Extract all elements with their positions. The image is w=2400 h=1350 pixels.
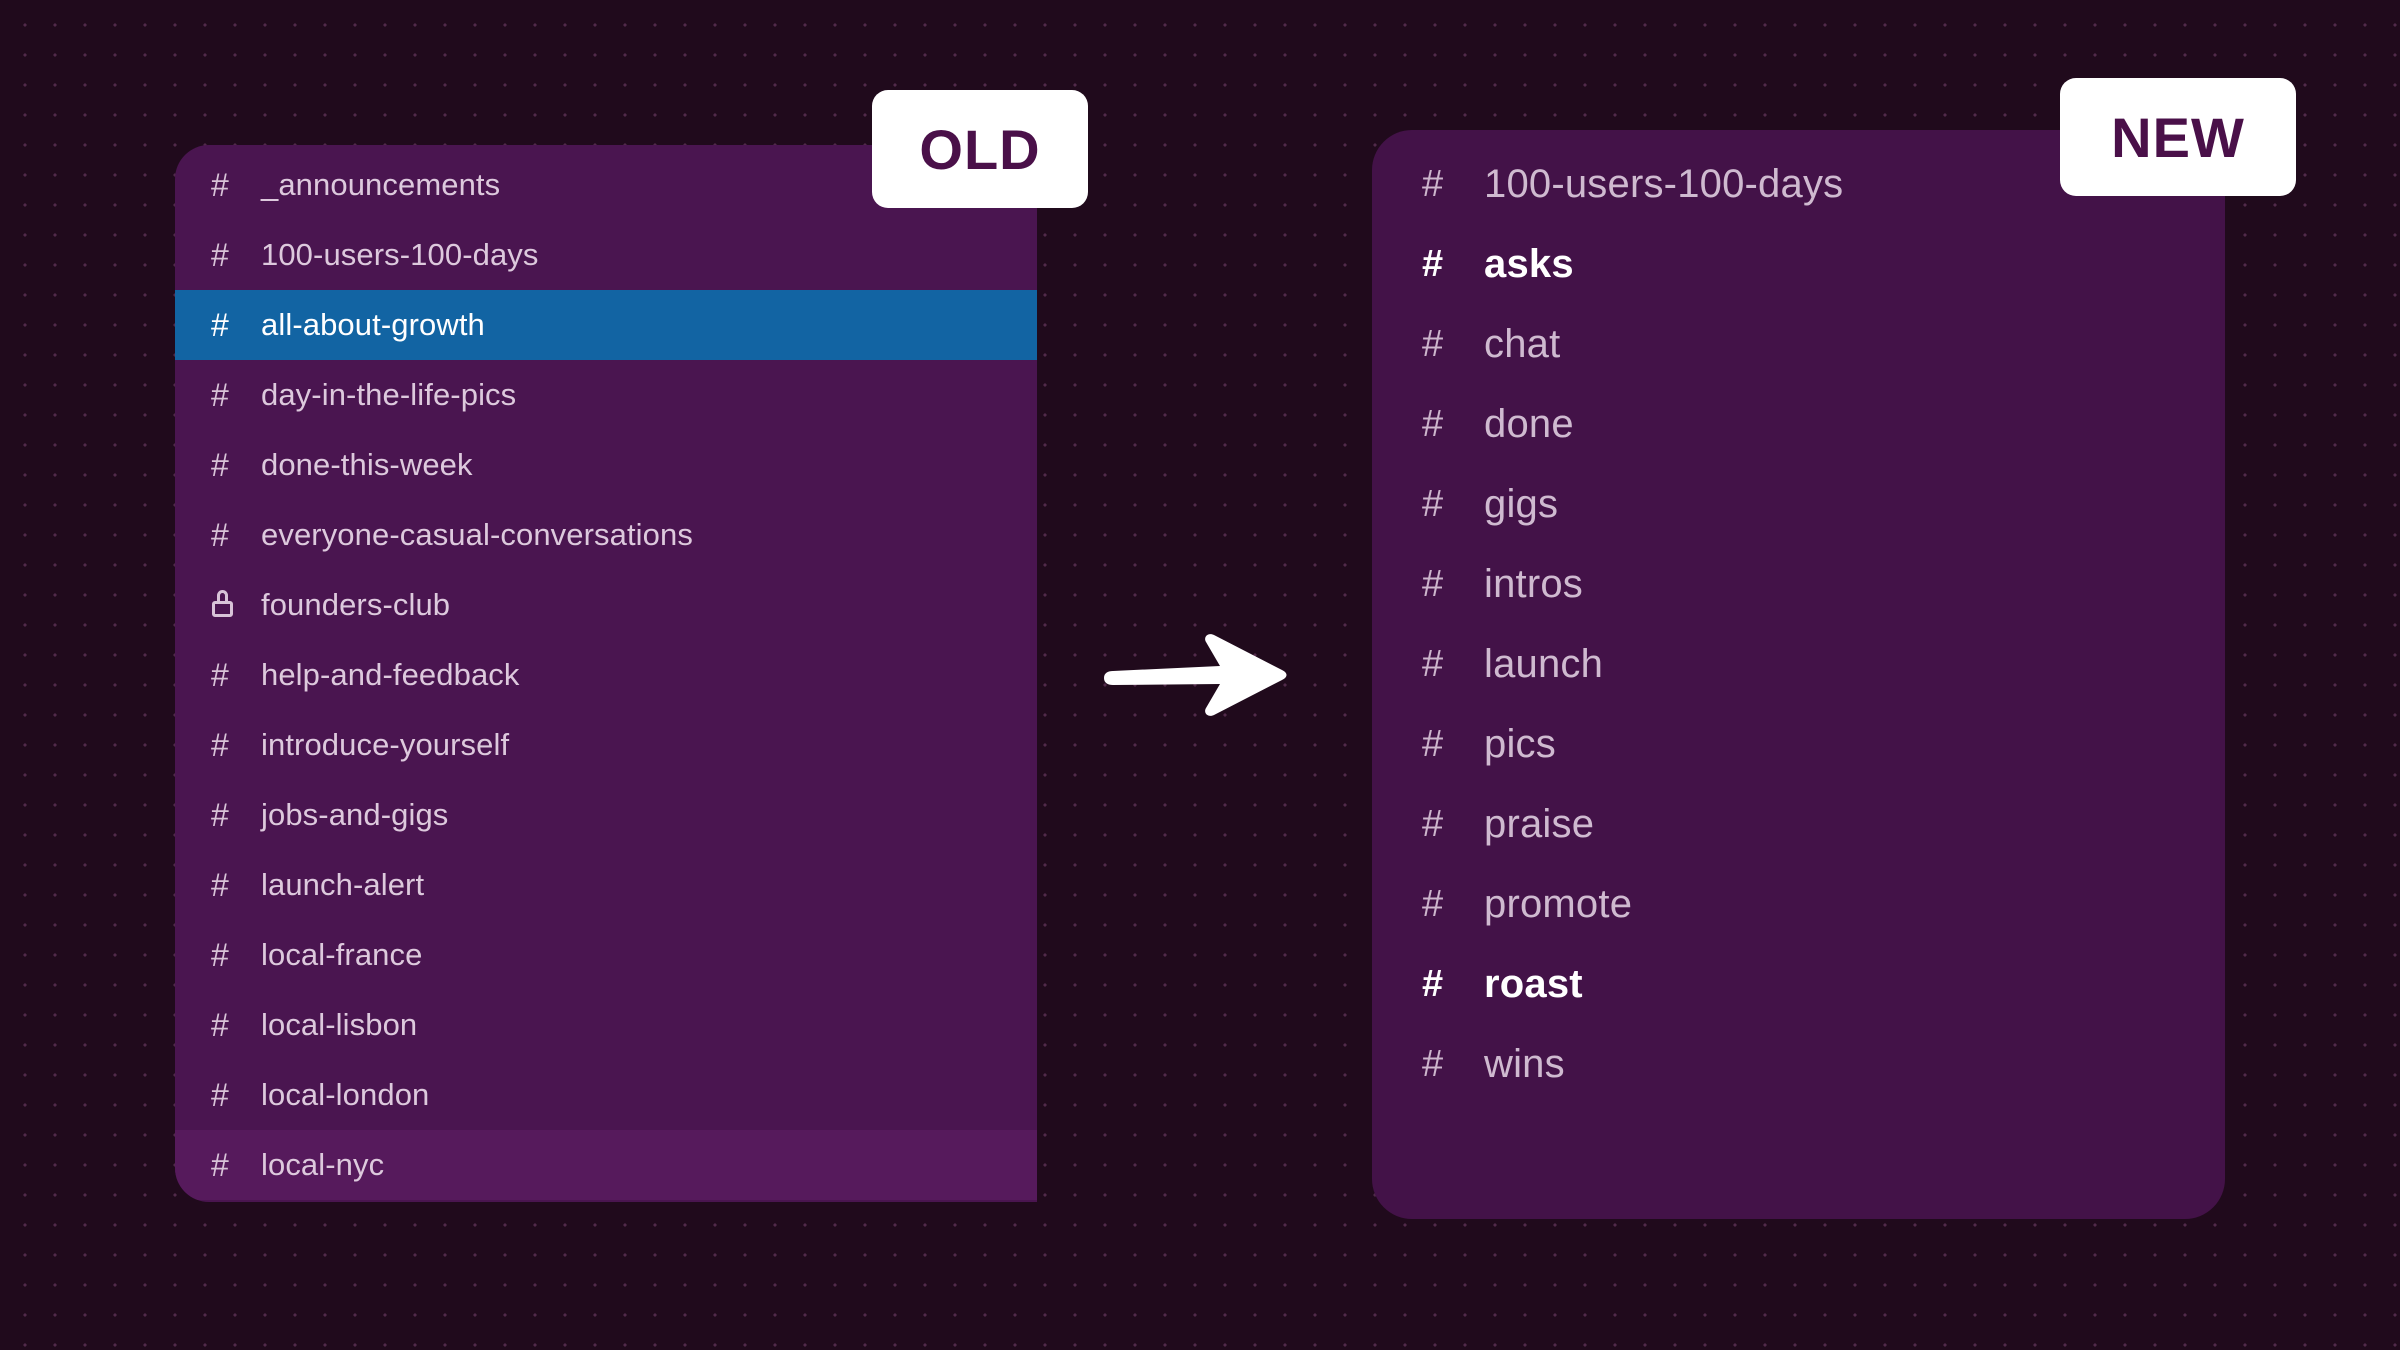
- hash-icon: #: [1422, 405, 1474, 443]
- channel-name: day-in-the-life-pics: [261, 377, 516, 413]
- channel-name: local-lisbon: [261, 1007, 417, 1043]
- hash-icon: #: [211, 1079, 255, 1111]
- channel-row[interactable]: #local-france: [175, 920, 1037, 990]
- hash-icon: #: [1422, 565, 1474, 603]
- channel-row[interactable]: #all-about-growth: [175, 290, 1037, 360]
- channel-name: done-this-week: [261, 447, 473, 483]
- channel-row[interactable]: #help-and-feedback: [175, 640, 1037, 710]
- channel-row[interactable]: #introduce-yourself: [175, 710, 1037, 780]
- channel-row[interactable]: #launch-alert: [175, 850, 1037, 920]
- hash-icon: #: [211, 309, 255, 341]
- channel-name: done: [1484, 402, 1574, 447]
- hash-icon: #: [1422, 725, 1474, 763]
- channel-name: roast: [1484, 962, 1583, 1007]
- channel-row[interactable]: #everyone-casual-conversations: [175, 500, 1037, 570]
- old-channel-rows: #_announcements#100-users-100-days#all-a…: [175, 145, 1037, 1202]
- channel-name: 100-users-100-days: [261, 237, 539, 273]
- hash-icon: #: [1422, 325, 1474, 363]
- hash-icon: #: [211, 1149, 255, 1181]
- hash-icon: #: [211, 449, 255, 481]
- hash-icon: #: [211, 939, 255, 971]
- channel-name: launch: [1484, 642, 1603, 687]
- channel-name: local-france: [261, 937, 422, 973]
- channel-name: _announcements: [261, 167, 500, 203]
- hash-icon: #: [1422, 1045, 1474, 1083]
- channel-name: introduce-yourself: [261, 727, 509, 763]
- channel-name: jobs-and-gigs: [261, 797, 448, 833]
- channel-row[interactable]: #100-users-100-days: [175, 220, 1037, 290]
- channel-row[interactable]: #local-london: [175, 1060, 1037, 1130]
- hash-icon: #: [1422, 485, 1474, 523]
- channel-name: gigs: [1484, 482, 1558, 527]
- hash-icon: #: [211, 169, 255, 201]
- old-badge-label: OLD: [919, 117, 1040, 182]
- channel-name: chat: [1484, 322, 1560, 367]
- channel-name: launch-alert: [261, 867, 424, 903]
- hash-icon: #: [211, 519, 255, 551]
- old-channel-list-panel: #_announcements#100-users-100-days#all-a…: [175, 145, 1037, 1202]
- channel-row[interactable]: #local-nyc: [175, 1130, 1037, 1200]
- channel-row[interactable]: #day-in-the-life-pics: [175, 360, 1037, 430]
- channel-name: praise: [1484, 802, 1594, 847]
- channel-name: everyone-casual-conversations: [261, 517, 693, 553]
- hash-icon: #: [211, 729, 255, 761]
- channel-row[interactable]: founders-club: [175, 570, 1037, 640]
- channel-row[interactable]: # intros: [1372, 544, 2225, 624]
- channel-row[interactable]: # roast: [1372, 944, 2225, 1024]
- new-channel-rows: #100-users-100-days#asks#chat#done#gigs#…: [1372, 130, 2225, 1219]
- channel-row[interactable]: #done-this-week: [175, 430, 1037, 500]
- hash-icon: #: [1422, 885, 1474, 923]
- channel-row[interactable]: # gigs: [1372, 464, 2225, 544]
- hash-icon: #: [1422, 165, 1474, 203]
- channel-row[interactable]: # launch: [1372, 624, 2225, 704]
- hash-icon: #: [1422, 245, 1474, 283]
- hash-icon: #: [211, 799, 255, 831]
- hash-icon: #: [211, 869, 255, 901]
- channel-name: 100-users-100-days: [1484, 162, 1843, 207]
- channel-name: local-london: [261, 1077, 429, 1113]
- channel-name: local-nyc: [261, 1147, 384, 1183]
- channel-name: help-and-feedback: [261, 657, 520, 693]
- hash-icon: #: [211, 659, 255, 691]
- new-badge-label: NEW: [2111, 105, 2245, 170]
- channel-row[interactable]: # pics: [1372, 704, 2225, 784]
- channel-name: asks: [1484, 242, 1574, 287]
- channel-row[interactable]: # promote: [1372, 864, 2225, 944]
- channel-row[interactable]: #jobs-and-gigs: [175, 780, 1037, 850]
- right-arrow-icon: [1100, 630, 1290, 720]
- new-channel-list-panel: #100-users-100-days#asks#chat#done#gigs#…: [1372, 130, 2225, 1219]
- lock-glyph: [211, 590, 237, 620]
- lock-icon: [211, 590, 255, 620]
- channel-name: all-about-growth: [261, 307, 485, 343]
- old-badge: OLD: [872, 90, 1088, 208]
- hash-icon: #: [1422, 965, 1474, 1003]
- channel-row[interactable]: # wins: [1372, 1024, 2225, 1104]
- channel-name: wins: [1484, 1042, 1565, 1087]
- channel-row[interactable]: # praise: [1372, 784, 2225, 864]
- channel-name: promote: [1484, 882, 1632, 927]
- hash-icon: #: [211, 1009, 255, 1041]
- hash-icon: #: [211, 239, 255, 271]
- channel-row[interactable]: # done: [1372, 384, 2225, 464]
- hash-icon: #: [1422, 805, 1474, 843]
- hash-icon: #: [211, 379, 255, 411]
- comparison-canvas: #_announcements#100-users-100-days#all-a…: [0, 0, 2400, 1350]
- transition-arrow: [1100, 630, 1290, 720]
- channel-name: founders-club: [261, 587, 450, 623]
- channel-row[interactable]: # asks: [1372, 224, 2225, 304]
- channel-name: pics: [1484, 722, 1556, 767]
- channel-row[interactable]: # chat: [1372, 304, 2225, 384]
- channel-row[interactable]: #local-lisbon: [175, 990, 1037, 1060]
- new-badge: NEW: [2060, 78, 2296, 196]
- channel-name: intros: [1484, 562, 1583, 607]
- hash-icon: #: [1422, 645, 1474, 683]
